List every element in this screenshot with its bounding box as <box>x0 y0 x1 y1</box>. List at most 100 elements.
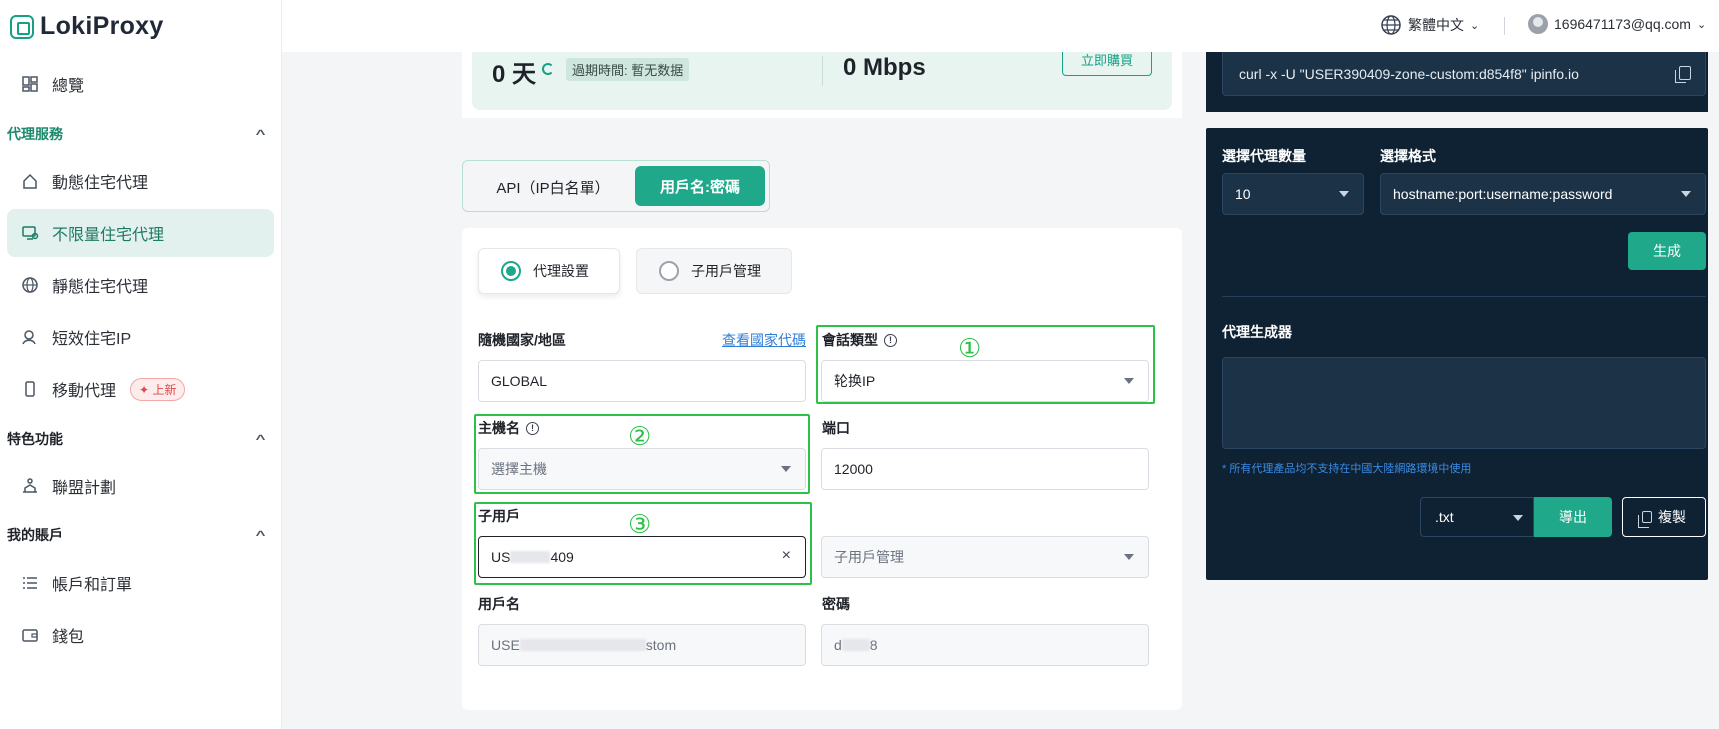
sidebar-item-affiliate[interactable]: 聯盟計劃 <box>7 462 274 510</box>
list-icon <box>20 573 40 593</box>
radio-selected-icon <box>501 261 521 281</box>
chevron-up-icon: ^ <box>255 127 266 141</box>
bandwidth-value: 0 Mbps <box>843 54 926 81</box>
format-select[interactable]: hostname:port:username:password <box>1380 173 1706 215</box>
subuser-management-select[interactable]: 子用戶管理 <box>821 536 1149 578</box>
caret-down-icon <box>1124 554 1134 560</box>
sidebar-item-label: 短效住宅IP <box>52 331 132 348</box>
sidebar-item-dynamic-residential[interactable]: 動態住宅代理 <box>7 157 274 205</box>
tab-api-whitelist[interactable]: API（IP白名單） <box>473 169 633 205</box>
summary-divider <box>822 56 823 86</box>
annotation-number-1: ① <box>958 334 982 364</box>
globe-icon <box>20 275 40 295</box>
dashboard-icon <box>20 74 40 94</box>
caret-down-icon <box>1339 191 1349 197</box>
logo-icon <box>10 14 34 39</box>
sidebar-item-label: 總覽 <box>52 78 85 95</box>
sidebar-item-label: 帳戶和訂單 <box>52 577 133 594</box>
country-label: 隨機國家/地區 <box>478 332 566 348</box>
caret-down-icon <box>1513 515 1523 521</box>
expire-tag: 過期時間: 暫无数据 <box>566 58 690 81</box>
copy-button[interactable]: 複製 <box>1622 497 1706 537</box>
brand-name: LokiProxy <box>40 12 164 40</box>
sidebar-item-wallet[interactable]: 錢包 <box>7 611 274 659</box>
generate-button[interactable]: 生成 <box>1628 232 1706 270</box>
curl-command[interactable]: curl -x -U "USER390409-zone-custom:d854f… <box>1222 52 1706 96</box>
sidebar-item-label: 錢包 <box>52 629 85 646</box>
affiliate-icon <box>20 476 40 496</box>
chevron-up-icon: ^ <box>255 432 266 446</box>
caret-down-icon <box>1681 191 1691 197</box>
sidebar-item-mobile[interactable]: 移動代理 ✦ 上新 <box>7 365 274 413</box>
redacted-text <box>519 639 646 651</box>
sidebar: LokiProxy 總覽 代理服務 ^ 動態住宅代理 不限量住宅代理 靜態住宅代… <box>0 0 282 729</box>
section-title: 代理服務 <box>7 126 63 142</box>
username-field[interactable]: USE stom <box>478 624 806 666</box>
password-label: 密碼 <box>822 596 850 612</box>
redacted-text <box>841 639 870 651</box>
days-remaining: 0 天 <box>492 61 537 88</box>
region-notice: * 所有代理產品均不支持在中國大陸網路環境中使用 <box>1222 463 1472 475</box>
file-format-select[interactable]: .txt <box>1420 497 1534 537</box>
port-input[interactable]: 12000 <box>821 448 1149 490</box>
sidebar-item-short-ip[interactable]: 短效住宅IP <box>7 313 274 361</box>
language-selector[interactable]: 繁體中文 ⌄ <box>1380 14 1479 36</box>
section-proxy-services[interactable]: 代理服務 ^ <box>7 122 274 146</box>
auth-mode-toggle: API（IP白名單） 用戶名:密碼 <box>462 160 770 212</box>
sidebar-item-label: 不限量住宅代理 <box>52 227 165 244</box>
annotation-number-3: ③ <box>628 510 652 540</box>
wallet-icon <box>20 625 40 645</box>
new-badge: ✦ 上新 <box>130 377 186 401</box>
generator-output[interactable] <box>1222 357 1706 449</box>
tab-subuser-management[interactable]: 子用戶管理 <box>636 248 792 294</box>
loading-icon <box>542 63 554 75</box>
section-title: 特色功能 <box>7 431 63 447</box>
section-title: 我的賬戶 <box>7 527 63 543</box>
sidebar-item-label: 動態住宅代理 <box>52 175 149 192</box>
user-email: 1696471173@qq.com <box>1554 16 1691 32</box>
tab-proxy-settings[interactable]: 代理設置 <box>478 248 620 294</box>
sidebar-item-label: 移動代理 <box>52 383 117 400</box>
location-user-icon <box>20 327 40 347</box>
logo[interactable]: LokiProxy <box>10 12 164 41</box>
country-input[interactable]: GLOBAL <box>478 360 806 402</box>
chevron-down-icon: ⌄ <box>1470 19 1480 32</box>
buy-button[interactable]: 立即購買 <box>1062 52 1152 76</box>
count-select[interactable]: 10 <box>1222 173 1364 215</box>
sidebar-item-unlimited-residential[interactable]: 不限量住宅代理 <box>7 209 274 257</box>
globe-icon <box>1381 15 1401 35</box>
annotation-box-1 <box>816 325 1155 404</box>
tab-label: 代理設置 <box>533 263 589 279</box>
avatar <box>1528 14 1548 34</box>
header-divider <box>1504 17 1505 35</box>
tab-username-password[interactable]: 用戶名:密碼 <box>635 166 765 206</box>
sidebar-item-orders[interactable]: 帳戶和訂單 <box>7 559 274 607</box>
username-label: 用戶名 <box>478 596 520 612</box>
curl-text: curl -x -U "USER390409-zone-custom:d854f… <box>1239 65 1579 82</box>
panel-divider <box>1222 296 1706 297</box>
port-label: 端口 <box>822 420 850 436</box>
count-label: 選擇代理數量 <box>1222 148 1306 164</box>
copy-icon[interactable] <box>1675 66 1691 83</box>
sidebar-item-label: 靜態住宅代理 <box>52 279 149 296</box>
export-button[interactable]: 導出 <box>1534 497 1612 537</box>
country-codes-link[interactable]: 查看國家代碼 <box>722 330 806 350</box>
radio-icon <box>659 261 679 281</box>
user-menu[interactable]: 1696471173@qq.com ⌄ <box>1528 14 1706 34</box>
password-field[interactable]: d8 <box>821 624 1149 666</box>
chevron-up-icon: ^ <box>255 528 266 542</box>
annotation-number-2: ② <box>628 422 652 452</box>
sidebar-item-label: 聯盟計劃 <box>52 480 117 497</box>
copy-icon <box>1638 511 1652 528</box>
sidebar-item-overview[interactable]: 總覽 <box>7 60 274 108</box>
section-account[interactable]: 我的賬戶 ^ <box>7 523 274 547</box>
chevron-down-icon: ⌄ <box>1696 18 1707 31</box>
language-label: 繁體中文 <box>1408 17 1464 33</box>
generator-label: 代理生成器 <box>1222 324 1292 340</box>
mobile-icon <box>20 379 40 399</box>
copy-label: 複製 <box>1658 509 1686 525</box>
tab-label: 子用戶管理 <box>691 263 761 279</box>
section-features[interactable]: 特色功能 ^ <box>7 427 274 451</box>
monitor-icon <box>20 223 40 243</box>
sidebar-item-static-residential[interactable]: 靜態住宅代理 <box>7 261 274 309</box>
